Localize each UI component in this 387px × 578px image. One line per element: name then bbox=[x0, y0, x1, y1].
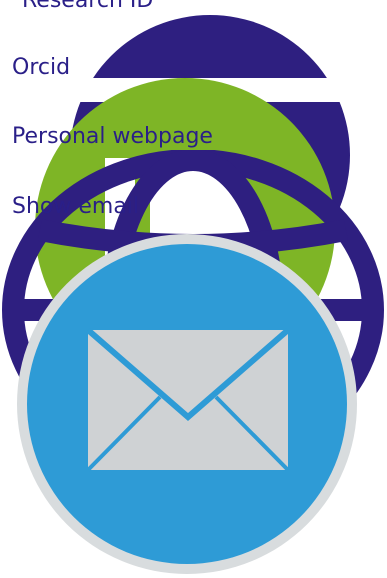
email-envelope-icon bbox=[17, 234, 357, 574]
orcid-link[interactable]: Orcid bbox=[12, 55, 70, 81]
research-id-link[interactable]: Research ID bbox=[22, 0, 153, 14]
personal-webpage-link[interactable]: Personal webpage bbox=[12, 124, 213, 150]
profile-links-panel: Research ID Orcid Personal webpage Show … bbox=[0, 0, 387, 578]
show-email-link[interactable]: Show email bbox=[12, 194, 139, 220]
